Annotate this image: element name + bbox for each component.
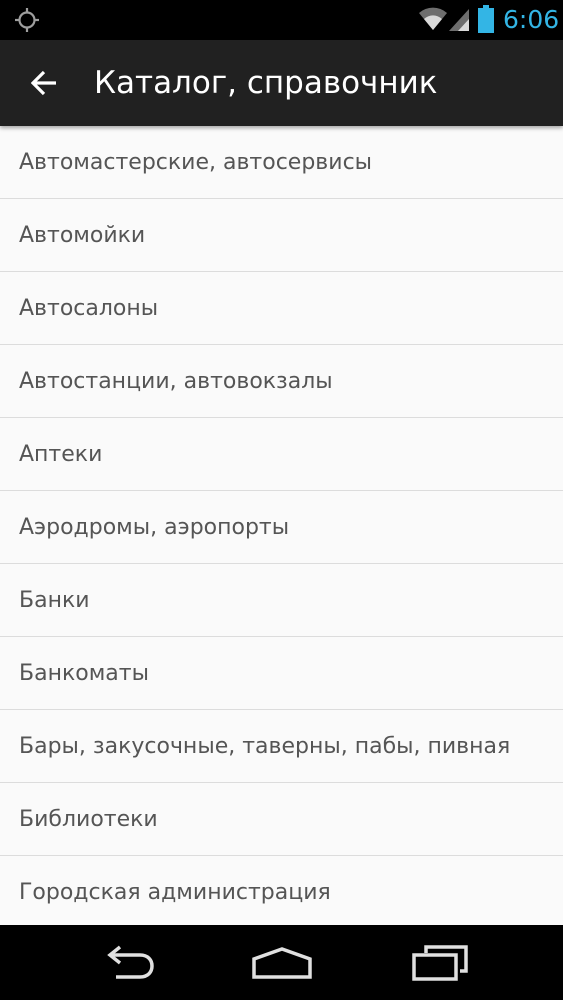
screen: 6:06 Каталог, справочник Автомастерские,… (0, 0, 563, 1000)
list-item-label: Автостанции, автовокзалы (19, 368, 333, 394)
list-item[interactable]: Банкоматы (0, 637, 563, 710)
list-item[interactable]: Автомойки (0, 199, 563, 272)
list-item[interactable]: Автостанции, автовокзалы (0, 345, 563, 418)
list-item-label: Автомойки (19, 222, 146, 248)
list-item-label: Банкоматы (19, 660, 149, 686)
nav-home-button[interactable] (242, 935, 322, 991)
back-button[interactable] (18, 58, 70, 108)
gps-icon (15, 8, 39, 32)
status-time: 6:06 (503, 5, 560, 34)
list-item-label: Автосалоны (19, 295, 159, 321)
list-item-label: Аэродромы, аэропорты (19, 514, 290, 540)
list-item[interactable]: Аптеки (0, 418, 563, 491)
list-item[interactable]: Бары, закусочные, таверны, пабы, пивная (0, 710, 563, 783)
list-item[interactable]: Автосалоны (0, 272, 563, 345)
navigation-bar (0, 925, 563, 1000)
action-bar: Каталог, справочник (0, 40, 563, 126)
list-item[interactable]: Автомастерские, автосервисы (0, 126, 563, 199)
nav-recents-icon (412, 945, 468, 981)
arrow-left-icon (31, 70, 56, 96)
page-title: Каталог, справочник (94, 65, 438, 101)
nav-recents-button[interactable] (400, 935, 480, 991)
battery-icon (478, 5, 494, 33)
list-item-label: Автомастерские, автосервисы (19, 149, 373, 175)
status-bar: 6:06 (0, 0, 563, 40)
list-item-label: Банки (19, 587, 90, 613)
nav-home-icon (252, 947, 312, 979)
wifi-icon (419, 7, 447, 30)
signal-icon (449, 9, 469, 31)
list-item[interactable]: Городская администрация (0, 856, 563, 925)
list-item[interactable]: Аэродромы, аэропорты (0, 491, 563, 564)
catalog-list: Автомастерские, автосервисы Автомойки Ав… (0, 126, 563, 925)
list-item-label: Аптеки (19, 441, 103, 467)
list-item[interactable]: Библиотеки (0, 783, 563, 856)
nav-back-button[interactable] (86, 935, 166, 991)
list-item-label: Библиотеки (19, 806, 158, 832)
list-item-label: Бары, закусочные, таверны, пабы, пивная (19, 733, 511, 759)
nav-back-icon (107, 945, 154, 979)
list-item-label: Городская администрация (19, 879, 331, 905)
list-item[interactable]: Банки (0, 564, 563, 637)
